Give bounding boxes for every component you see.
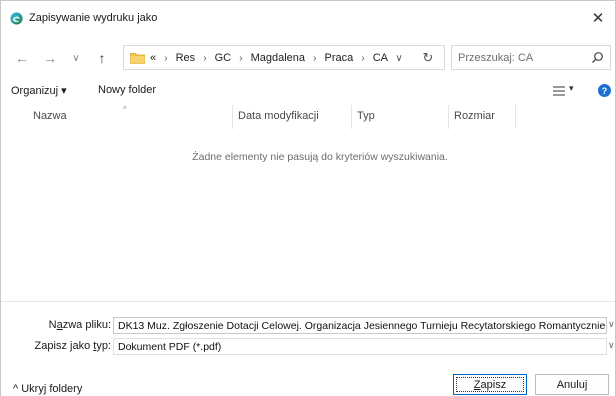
hide-folders-button[interactable]: ^ Ukryj foldery [13, 383, 82, 395]
save-button[interactable]: Zapisz [453, 374, 527, 395]
breadcrumb-item[interactable]: GC [215, 52, 232, 64]
chevron-down-icon[interactable]: ∨ [608, 340, 615, 351]
column-divider[interactable] [448, 105, 449, 129]
help-icon[interactable]: ? [598, 84, 611, 97]
breadcrumb-separator: › [313, 53, 317, 64]
breadcrumb: « › Res › GC › Magdalena › Praca › CA [150, 52, 388, 64]
dialog-title: Zapisywanie wydruku jako [29, 12, 158, 24]
refresh-icon: ↻ [422, 50, 434, 65]
address-dropdown-button[interactable]: ∨ [392, 51, 406, 65]
column-header-name[interactable]: Nazwa [33, 110, 67, 122]
column-divider[interactable] [515, 105, 516, 129]
arrow-left-icon: ← [15, 50, 29, 66]
new-folder-button[interactable]: Nowy folder [98, 84, 156, 96]
organize-button[interactable]: Organizuj ▾ [11, 84, 67, 97]
breadcrumb-overflow[interactable]: « [150, 52, 156, 64]
close-button[interactable]: ✕ [581, 1, 615, 35]
address-bar[interactable]: « › Res › GC › Magdalena › Praca › CA ∨ … [123, 45, 445, 70]
arrow-right-icon: → [43, 50, 57, 66]
view-options-icon[interactable] [552, 85, 566, 97]
file-list-scrollbar[interactable] [607, 129, 615, 299]
up-button[interactable]: ↑ [93, 49, 111, 67]
help-glyph: ? [601, 85, 608, 96]
close-icon: ✕ [591, 10, 605, 27]
view-dropdown-icon[interactable]: ▾ [569, 83, 574, 94]
column-divider[interactable] [232, 105, 233, 129]
arrow-up-icon: ↑ [98, 50, 106, 66]
search-placeholder: Przeszukaj: CA [458, 52, 534, 64]
chevron-down-icon: ∨ [72, 52, 80, 64]
filename-field[interactable]: DK13 Muz. Zgłoszenie Dotacji Celowej. Or… [113, 317, 607, 334]
back-button[interactable]: ← [13, 49, 31, 67]
title-bar: Zapisywanie wydruku jako ✕ [1, 1, 615, 35]
chevron-down-icon[interactable]: ∨ [608, 319, 615, 330]
column-header-modified[interactable]: Data modyfikacji [238, 110, 319, 122]
breadcrumb-item[interactable]: CA [373, 52, 388, 64]
filename-label: Nazwa pliku: [48, 319, 111, 331]
recent-locations-button[interactable]: ∨ [67, 49, 85, 67]
column-header-row: ^ Nazwa Data modyfikacji Typ Rozmiar [1, 105, 615, 129]
command-bar: Organizuj ▾ Nowy folder ▾ ? [1, 81, 615, 103]
breadcrumb-separator: › [203, 53, 207, 64]
breadcrumb-separator: › [164, 53, 168, 64]
chevron-down-icon: ∨ [395, 52, 403, 64]
breadcrumb-separator: › [361, 53, 365, 64]
save-dialog: Zapisywanie wydruku jako ✕ ← → ∨ ↑ « › R… [0, 0, 616, 396]
forward-button[interactable]: → [41, 49, 59, 67]
sort-arrow-icon: ^ [123, 105, 127, 114]
filetype-label: Zapisz jako typ: [34, 340, 111, 352]
column-header-size[interactable]: Rozmiar [454, 110, 495, 122]
save-form: Nazwa pliku: DK13 Muz. Zgłoszenie Dotacj… [1, 301, 615, 396]
breadcrumb-item[interactable]: Res [176, 52, 196, 64]
folder-icon [130, 53, 145, 64]
filetype-select[interactable]: Dokument PDF (*.pdf) [113, 338, 607, 355]
breadcrumb-item[interactable]: Praca [325, 52, 354, 64]
column-divider[interactable] [351, 105, 352, 129]
navigation-bar: ← → ∨ ↑ « › Res › GC › Magdalena › Praca… [1, 35, 615, 79]
cancel-button[interactable]: Anuluj [535, 374, 609, 395]
refresh-button[interactable]: ↻ [420, 50, 436, 66]
breadcrumb-item[interactable]: Magdalena [251, 52, 305, 64]
edge-browser-icon [10, 12, 23, 25]
search-icon [592, 52, 603, 63]
breadcrumb-separator: › [239, 53, 243, 64]
column-header-type[interactable]: Typ [357, 110, 375, 122]
search-input[interactable]: Przeszukaj: CA [451, 45, 611, 70]
empty-list-message: Żadne elementy nie pasują do kryteriów w… [192, 151, 448, 163]
